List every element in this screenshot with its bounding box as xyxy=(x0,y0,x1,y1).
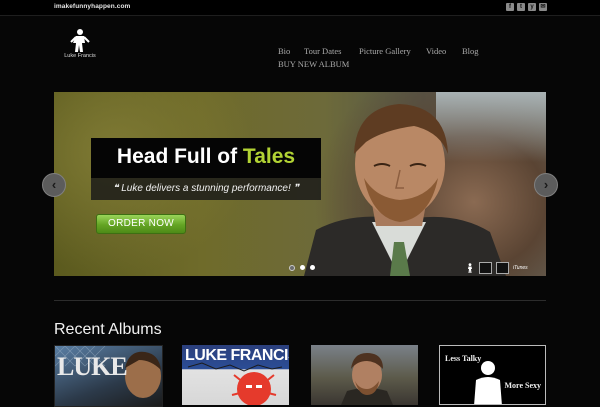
standing-figure-icon xyxy=(70,29,90,52)
slider-dot-3[interactable] xyxy=(310,265,315,270)
slider-dot-2[interactable] xyxy=(300,265,305,270)
section-divider xyxy=(54,300,546,301)
nav-item-video[interactable]: Video xyxy=(426,46,446,56)
facebook-icon[interactable]: f xyxy=(506,3,514,11)
slide-quote-box: ❝ Luke delivers a stunning performance! … xyxy=(91,178,321,200)
slider-dot-1[interactable] xyxy=(289,265,295,271)
slide-headline: Head Full of Tales xyxy=(116,145,296,168)
album-cover-3[interactable] xyxy=(311,345,418,405)
album-4-title-line2: More Sexy xyxy=(504,381,541,390)
album-cover-2[interactable]: LUKE FRANCIS xyxy=(182,345,289,405)
order-now-button[interactable]: ORDER NOW xyxy=(96,214,186,234)
slide-quote: ❝ Luke delivers a stunning performance! … xyxy=(113,183,299,194)
top-bar: imakefunnyhappen.com f t y ✉ xyxy=(0,0,600,16)
figure-badge-icon xyxy=(465,263,475,273)
album-3-artwork xyxy=(341,353,393,405)
youtube-icon[interactable]: y xyxy=(528,3,536,11)
twitter-icon[interactable]: t xyxy=(517,3,525,11)
nav-item-tour-dates[interactable]: Tour Dates xyxy=(304,46,341,56)
hero-slider: Head Full of Tales ❝ Luke delivers a stu… xyxy=(54,92,546,276)
slider-next-button[interactable]: › xyxy=(534,173,558,197)
nav-item-blog[interactable]: Blog xyxy=(462,46,479,56)
nav-item-picture-gallery[interactable]: Picture Gallery xyxy=(359,46,411,56)
slider-prev-button[interactable]: ‹ xyxy=(42,173,66,197)
slide-headline-box: Head Full of Tales xyxy=(91,138,321,178)
nav-item-bio[interactable]: Bio xyxy=(278,46,290,56)
site-url-link[interactable]: imakefunnyhappen.com xyxy=(54,3,130,10)
slider-pagination xyxy=(289,265,315,271)
chevron-left-icon: ‹ xyxy=(51,177,57,192)
site-logo[interactable]: Luke Francis xyxy=(62,28,98,62)
social-icons: f t y ✉ xyxy=(506,3,547,11)
label-badge-icon xyxy=(479,262,492,274)
chevron-right-icon: › xyxy=(543,177,549,192)
logo-text: Luke Francis xyxy=(64,53,96,59)
email-icon[interactable]: ✉ xyxy=(539,3,547,11)
album-cover-4[interactable]: Less Talky More Sexy xyxy=(439,345,546,405)
album-4-artwork xyxy=(474,361,502,404)
album-1-title: LUKE xyxy=(57,352,128,381)
slide-badges: iTunes xyxy=(465,262,539,274)
recent-albums-title: Recent Albums xyxy=(54,321,162,338)
album-2-artwork xyxy=(187,362,283,405)
album-cover-1[interactable]: LUKE xyxy=(54,345,163,407)
rating-badge-icon xyxy=(496,262,509,274)
itunes-badge[interactable]: iTunes xyxy=(513,263,539,273)
nav-item-buy-new-album[interactable]: BUY NEW ALBUM xyxy=(278,59,349,69)
